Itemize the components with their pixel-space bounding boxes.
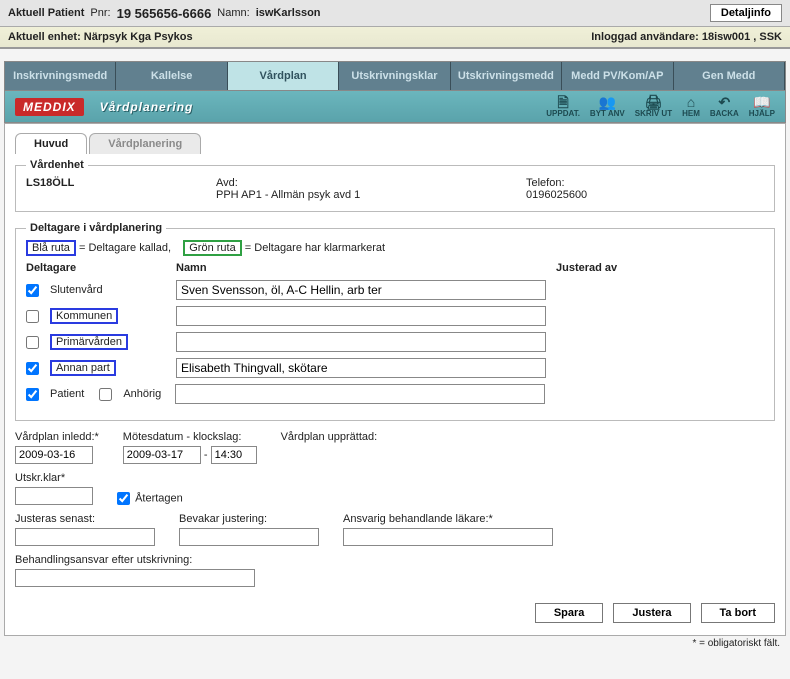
- avd-value: PPH AP1 - Allmän psyk avd 1: [216, 189, 366, 201]
- participant-label: Slutenvård: [50, 284, 103, 296]
- col-deltagare: Deltagare: [26, 262, 176, 274]
- inledd-label: Vårdplan inledd:*: [15, 431, 99, 443]
- atertagen-checkbox[interactable]: [117, 492, 130, 505]
- hjalp-icon[interactable]: 📖HJÄLP: [749, 95, 775, 118]
- tab-inskrivningsmedd[interactable]: Inskrivningsmedd: [5, 62, 116, 90]
- tab-medd-pv-kom-ap[interactable]: Medd PV/Kom/AP: [562, 62, 673, 90]
- patient-checkbox[interactable]: [26, 388, 39, 401]
- utskrklar-input[interactable]: [15, 487, 93, 505]
- subtab-vårdplanering[interactable]: Vårdplanering: [89, 133, 201, 154]
- namn-value: iswKarlsson: [256, 7, 321, 19]
- unit-header: Aktuell enhet: Närpsyk Kga Psykos Inlogg…: [0, 27, 790, 49]
- tab-kallelse[interactable]: Kallelse: [116, 62, 227, 90]
- justeras-input[interactable]: [15, 528, 155, 546]
- deltagare-legend: Deltagare i vårdplanering: [26, 222, 166, 234]
- telefon-label: Telefon:: [526, 177, 676, 189]
- participant-row: Primärvården: [26, 332, 764, 352]
- anhorig-label: Anhörig: [123, 388, 161, 400]
- vardenhet-code: LS18ÖLL: [26, 177, 176, 201]
- justera-button[interactable]: Justera: [613, 603, 690, 623]
- pnr-label: Pnr:: [90, 7, 110, 19]
- participant-checkbox[interactable]: [26, 336, 39, 349]
- participant-row: Slutenvård: [26, 280, 764, 300]
- namn-label: Namn:: [217, 7, 249, 19]
- upprattad-label: Vårdplan upprättad:: [281, 431, 378, 443]
- patient-header: Aktuell Patient Pnr: 19 565656-6666 Namn…: [0, 0, 790, 27]
- participant-namn-input[interactable]: [176, 358, 546, 378]
- bytanv-icon[interactable]: 👥BYT ANV: [590, 95, 625, 118]
- participant-checkbox[interactable]: [26, 310, 39, 323]
- pnr-value: 19 565656-6666: [117, 6, 212, 21]
- participant-label: Primärvården: [50, 334, 128, 350]
- tab-v-rdplan[interactable]: Vårdplan: [228, 62, 339, 90]
- inloggad-value: 18isw001 , SSK: [702, 31, 782, 43]
- telefon-value: 0196025600: [526, 189, 676, 201]
- participant-namn-input[interactable]: [176, 306, 546, 326]
- participant-checkbox[interactable]: [26, 362, 39, 375]
- green-legend-desc: = Deltagare har klarmarkerat: [245, 242, 385, 254]
- klockslag-input[interactable]: [211, 446, 257, 464]
- patient-label: Patient: [50, 388, 84, 400]
- tab-gen-medd[interactable]: Gen Medd: [674, 62, 785, 90]
- uppdat-icon[interactable]: 🗎UPPDAT.: [546, 95, 580, 118]
- detaljinfo-button[interactable]: Detaljinfo: [710, 4, 782, 22]
- legend-row: Blå ruta = Deltagare kallad, Grön ruta =…: [26, 240, 764, 256]
- main-nav-tabs: InskrivningsmeddKallelseVårdplanUtskrivn…: [4, 61, 786, 91]
- enhet-value: Närpsyk Kga Psykos: [84, 31, 193, 43]
- patient-namn-input[interactable]: [175, 384, 545, 404]
- action-buttons: Spara Justera Ta bort: [15, 597, 775, 623]
- justeras-label: Justeras senast:: [15, 513, 155, 525]
- ansvarig-label: Ansvarig behandlande läkare:*: [343, 513, 553, 525]
- inloggad-label: Inloggad användare:: [591, 31, 699, 43]
- main-panel: HuvudVårdplanering Vårdenhet LS18ÖLL Avd…: [4, 123, 786, 636]
- vardenhet-legend: Vårdenhet: [26, 159, 88, 171]
- anhorig-checkbox[interactable]: [99, 388, 112, 401]
- green-legend-box: Grön ruta: [183, 240, 241, 256]
- toolbar: MEDDIX Vårdplanering 🗎UPPDAT. 👥BYT ANV 🖨SK…: [4, 91, 786, 123]
- footnote: * = obligatoriskt fält.: [4, 636, 786, 651]
- tab-utskrivningsklar[interactable]: Utskrivningsklar: [339, 62, 450, 90]
- aktuell-patient-label: Aktuell Patient: [8, 7, 84, 19]
- col-justerad: Justerad av: [556, 262, 764, 274]
- patient-row: Patient Anhörig: [26, 384, 764, 404]
- enhet-label: Aktuell enhet:: [8, 31, 81, 43]
- participant-row: Kommunen: [26, 306, 764, 326]
- bevakar-label: Bevakar justering:: [179, 513, 319, 525]
- participant-label: Kommunen: [50, 308, 118, 324]
- ansvarig-input[interactable]: [343, 528, 553, 546]
- motesdatum-input[interactable]: [123, 446, 201, 464]
- tabort-button[interactable]: Ta bort: [701, 603, 775, 623]
- vardenhet-fieldset: Vårdenhet LS18ÖLL Avd: PPH AP1 - Allmän …: [15, 159, 775, 212]
- participant-checkbox[interactable]: [26, 284, 39, 297]
- behandling-input[interactable]: [15, 569, 255, 587]
- atertagen-row: Återtagen: [117, 492, 183, 505]
- mote-label: Mötesdatum - klockslag:: [123, 431, 257, 443]
- inledd-input[interactable]: [15, 446, 93, 464]
- avd-label: Avd:: [216, 177, 366, 189]
- tab-utskrivningsmedd[interactable]: Utskrivningsmedd: [451, 62, 562, 90]
- participant-namn-input[interactable]: [176, 332, 546, 352]
- participant-row: Annan part: [26, 358, 764, 378]
- backa-icon[interactable]: ↶BACKA: [710, 95, 739, 118]
- participant-namn-input[interactable]: [176, 280, 546, 300]
- utskrklar-label: Utskr.klar*: [15, 472, 93, 484]
- blue-legend-box: Blå ruta: [26, 240, 76, 256]
- spara-button[interactable]: Spara: [535, 603, 604, 623]
- subtab-huvud[interactable]: Huvud: [15, 133, 87, 154]
- deltagare-fieldset: Deltagare i vårdplanering Blå ruta = Del…: [15, 222, 775, 421]
- participant-label: Annan part: [50, 360, 116, 376]
- skrivut-icon[interactable]: 🖨SKRIV UT: [635, 95, 672, 118]
- app-logo: MEDDIX: [15, 98, 84, 116]
- atertagen-label: Återtagen: [135, 492, 183, 504]
- toolbar-title: Vårdplanering: [100, 100, 194, 114]
- col-namn: Namn: [176, 262, 556, 274]
- sub-tabs: HuvudVårdplanering: [15, 132, 775, 153]
- behandling-label: Behandlingsansvar efter utskrivning:: [15, 554, 255, 566]
- hem-icon[interactable]: ⌂HEM: [682, 95, 700, 118]
- bevakar-input[interactable]: [179, 528, 319, 546]
- blue-legend-desc: = Deltagare kallad,: [79, 242, 171, 254]
